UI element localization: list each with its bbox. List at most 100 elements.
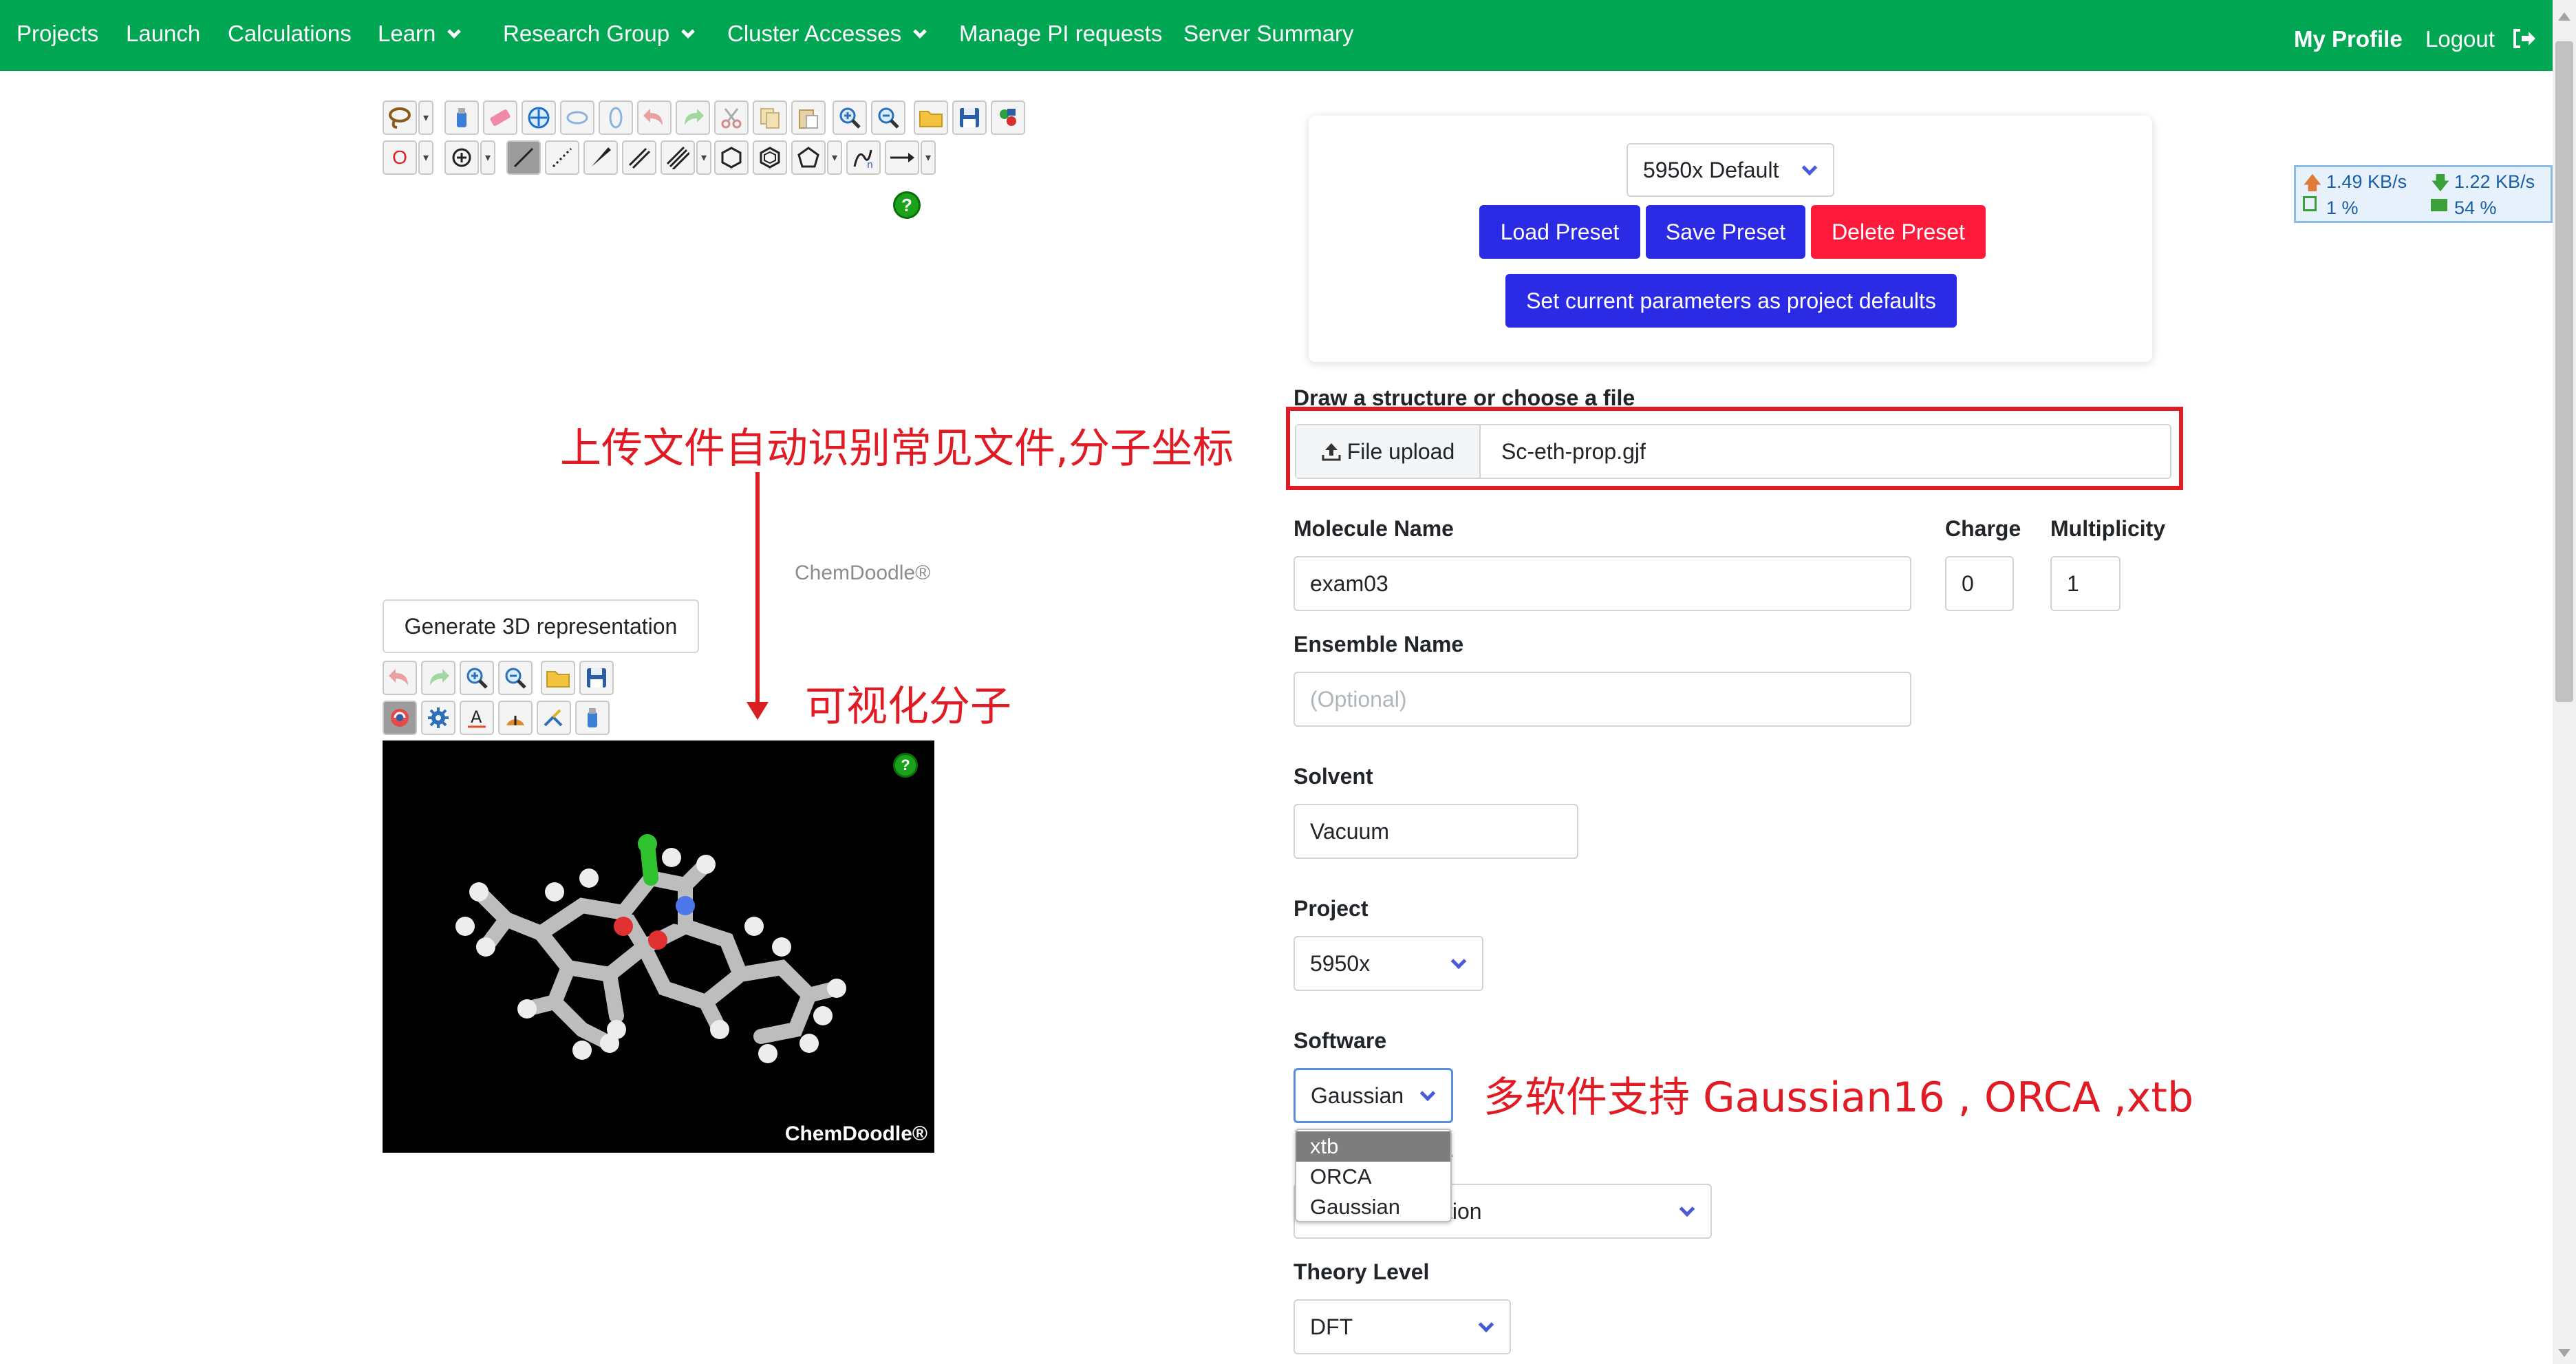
save-preset-button[interactable]: Save Preset <box>1646 205 1805 259</box>
zoom-in-icon[interactable] <box>833 100 867 135</box>
open-folder-icon[interactable] <box>914 100 948 135</box>
cyclopentane-icon[interactable] <box>791 140 826 175</box>
wedge-bond-icon[interactable] <box>583 140 618 175</box>
memory-icon <box>2431 199 2447 211</box>
nav-manage-pi-requests[interactable]: Manage PI requests <box>959 21 1162 47</box>
nav-calculations[interactable]: Calculations <box>228 21 352 47</box>
flip-horizontal-icon[interactable] <box>560 100 594 135</box>
theory-level-select[interactable]: DFT <box>1294 1299 1511 1354</box>
molecule-name-label: Molecule Name <box>1294 516 1454 541</box>
atom-label: O <box>392 147 407 168</box>
eraser-icon[interactable] <box>483 100 517 135</box>
nav-cluster-accesses[interactable]: Cluster Accesses <box>727 21 927 47</box>
flip-vertical-icon[interactable] <box>599 100 633 135</box>
ring-dropdown-icon[interactable]: ▾ <box>827 140 842 175</box>
nav-research-group[interactable]: Research Group <box>503 21 696 47</box>
sign-out-icon[interactable] <box>2512 28 2537 50</box>
zoom-out-icon[interactable] <box>871 100 905 135</box>
software-option-gaussian[interactable]: Gaussian <box>1296 1192 1450 1221</box>
preset-select[interactable]: 5950x Default <box>1627 143 1834 197</box>
nav-launch[interactable]: Launch <box>126 21 200 47</box>
multiplicity-input[interactable]: 1 <box>2050 556 2121 611</box>
charge-label: Charge <box>1945 516 2021 541</box>
delete-preset-button[interactable]: Delete Preset <box>1811 205 1986 259</box>
generate-3d-button[interactable]: Generate 3D representation <box>383 599 699 653</box>
undo-icon[interactable] <box>637 100 672 135</box>
set-project-defaults-button[interactable]: Set current parameters as project defaul… <box>1505 274 1957 328</box>
viewer-redo-icon[interactable] <box>421 661 455 695</box>
triple-bond-icon[interactable] <box>661 140 695 175</box>
project-select[interactable]: 5950x <box>1294 936 1483 991</box>
annotation-upload: 上传文件自动识别常见文件,分子坐标 <box>560 425 1234 473</box>
solvent-label: Solvent <box>1294 764 1373 789</box>
viewer-rotate-icon[interactable] <box>383 701 417 735</box>
file-upload-button[interactable]: File upload <box>1296 425 1481 478</box>
charge-dropdown-icon[interactable]: ▾ <box>480 140 495 175</box>
page-scrollbar[interactable] <box>2553 0 2576 1364</box>
software-option-xtb[interactable]: xtb <box>1296 1131 1450 1162</box>
nav-logout[interactable]: Logout <box>2425 26 2495 52</box>
chevron-down-icon <box>1450 953 1467 970</box>
scroll-thumb[interactable] <box>2555 41 2573 702</box>
theory-level-value: DFT <box>1310 1314 1353 1339</box>
atom-dropdown-icon[interactable]: ▾ <box>418 140 433 175</box>
viewer-torsion-icon[interactable] <box>537 701 571 735</box>
load-preset-button[interactable]: Load Preset <box>1479 205 1640 259</box>
chevron-down-icon <box>1478 1317 1494 1333</box>
viewer-angle-icon[interactable] <box>498 701 533 735</box>
lasso-icon[interactable] <box>383 100 417 135</box>
viewer-distance-icon[interactable]: A <box>460 701 494 735</box>
network-monitor-widget: 🡅 1.49 KB/s 🡇 1.22 KB/s 1 % 54 % <box>2294 165 2553 223</box>
cut-icon[interactable] <box>714 100 749 135</box>
ensemble-name-label: Ensemble Name <box>1294 632 1464 657</box>
software-select[interactable]: Gaussian <box>1294 1068 1453 1123</box>
annotation-arrow-head <box>747 702 769 720</box>
chevron-down-icon <box>681 25 696 39</box>
viewer-undo-icon[interactable] <box>383 661 417 695</box>
molecule-3d-viewer[interactable]: ? ChemDoodle® <box>383 740 934 1153</box>
viewer-open-icon[interactable] <box>541 661 575 695</box>
chain-icon[interactable]: n <box>846 140 881 175</box>
paste-icon[interactable] <box>791 100 826 135</box>
templates-icon[interactable] <box>991 100 1025 135</box>
arrow-dropdown-icon[interactable]: ▾ <box>921 140 936 175</box>
file-name[interactable]: Sc-eth-prop.gjf <box>1501 425 1646 478</box>
scroll-down-icon[interactable] <box>2558 1349 2570 1357</box>
bond-dropdown-icon[interactable]: ▾ <box>696 140 711 175</box>
ensemble-name-input[interactable]: (Optional) <box>1294 672 1911 727</box>
redo-icon[interactable] <box>676 100 710 135</box>
nav-projects[interactable]: Projects <box>17 21 98 47</box>
charge-input[interactable]: 0 <box>1945 556 2014 611</box>
center-icon[interactable] <box>522 100 556 135</box>
charge-plus-icon[interactable] <box>444 140 479 175</box>
viewer-zoom-out-icon[interactable] <box>498 661 533 695</box>
software-option-orca[interactable]: ORCA <box>1296 1162 1450 1192</box>
clear-icon[interactable] <box>444 100 479 135</box>
viewer-save-icon[interactable] <box>579 661 614 695</box>
scroll-up-icon[interactable] <box>2558 12 2570 21</box>
molecule-name-input[interactable]: exam03 <box>1294 556 1911 611</box>
solvent-input[interactable]: Vacuum <box>1294 804 1578 859</box>
arrow-icon[interactable] <box>885 140 919 175</box>
top-navbar: Projects Launch Calculations Learn Resea… <box>0 0 2576 71</box>
viewer-help-icon[interactable]: ? <box>893 753 918 778</box>
viewer-settings-icon[interactable] <box>421 701 455 735</box>
project-label: Project <box>1294 896 1368 921</box>
double-bond-icon[interactable] <box>622 140 656 175</box>
nav-server-summary[interactable]: Server Summary <box>1183 21 1354 47</box>
single-bond-icon[interactable] <box>506 140 541 175</box>
lasso-dropdown-icon[interactable]: ▾ <box>418 100 433 135</box>
nav-learn[interactable]: Learn <box>378 21 462 47</box>
sketcher-help-icon[interactable]: ? <box>893 191 921 219</box>
viewer-clear-icon[interactable] <box>575 701 610 735</box>
nav-my-profile[interactable]: My Profile <box>2294 26 2403 52</box>
viewer-zoom-in-icon[interactable] <box>460 661 494 695</box>
file-upload-group: File upload Sc-eth-prop.gjf <box>1295 424 2171 479</box>
save-disk-icon[interactable] <box>952 100 987 135</box>
chevron-down-icon <box>913 25 927 39</box>
atom-oxygen-button[interactable]: O <box>383 140 417 175</box>
copy-icon[interactable] <box>753 100 787 135</box>
benzene-icon[interactable] <box>753 140 787 175</box>
recessed-bond-icon[interactable] <box>545 140 579 175</box>
cyclohexane-icon[interactable] <box>714 140 749 175</box>
